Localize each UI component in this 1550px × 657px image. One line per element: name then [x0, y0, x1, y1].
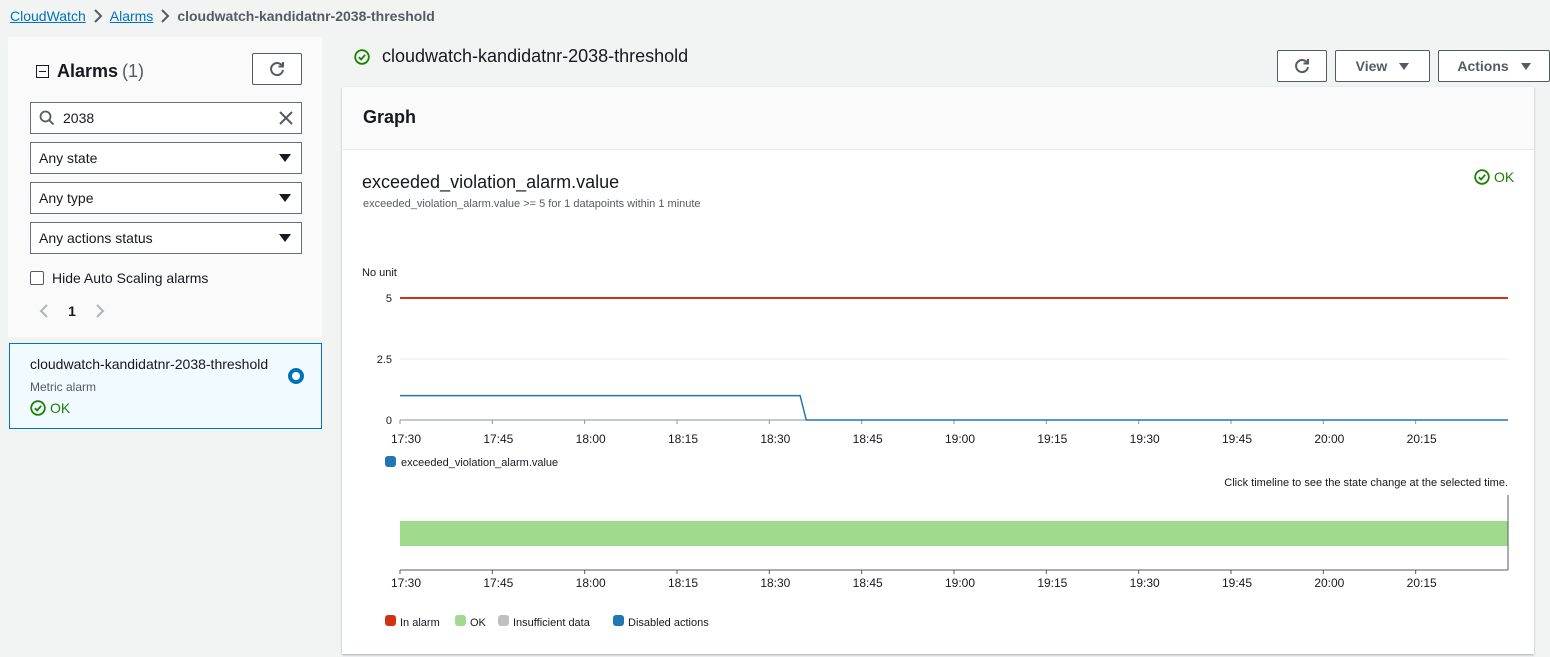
legend-swatch-series	[385, 456, 396, 467]
timeline-x-tick-label: 18:45	[853, 576, 883, 590]
chevron-right-icon	[86, 9, 110, 23]
chevron-right-icon	[96, 304, 105, 318]
x-tick-label: 18:15	[668, 432, 698, 446]
timeline-x-tick-label: 20:00	[1314, 576, 1344, 590]
timeline-state-band	[400, 521, 1508, 546]
alarms-count: (1)	[122, 61, 145, 81]
hide-autoscaling-checkbox[interactable]	[30, 271, 44, 285]
y-tick-label: 0	[386, 415, 392, 427]
close-icon[interactable]	[277, 109, 295, 127]
x-tick-label: 18:00	[576, 432, 606, 446]
actions-status-filter-value: Any actions status	[39, 230, 153, 246]
hide-autoscaling-label: Hide Auto Scaling alarms	[52, 270, 209, 286]
y-axis-label: No unit	[362, 267, 397, 279]
type-filter-select[interactable]: Any type	[30, 182, 302, 214]
graph-panel: Graph exceeded_violation_alarm.value exc…	[342, 87, 1534, 654]
legend-label-ok: OK	[470, 617, 487, 629]
timeline-x-tick-label: 20:15	[1407, 576, 1437, 590]
search-input[interactable]	[30, 102, 302, 134]
x-tick-label: 19:15	[1037, 432, 1067, 446]
hide-autoscaling-row: Hide Auto Scaling alarms	[30, 270, 208, 286]
timeline-x-tick-label: 18:15	[668, 576, 698, 590]
x-tick-label: 19:45	[1222, 432, 1252, 446]
breadcrumb-current: cloudwatch-kandidatnr-2038-threshold	[177, 8, 435, 24]
alarm-name: cloudwatch-kandidatnr-2038-threshold	[30, 356, 269, 372]
timeline-x-tick-label: 18:30	[760, 576, 790, 590]
legend-label-disabled-actions: Disabled actions	[628, 617, 709, 629]
breadcrumb-cloudwatch-link[interactable]: CloudWatch	[10, 8, 86, 24]
refresh-icon	[270, 62, 284, 77]
y-tick-label: 2.5	[377, 354, 392, 366]
legend-swatch-ok	[455, 615, 466, 626]
timeline-x-tick-label: 19:30	[1130, 576, 1160, 590]
x-tick-label: 20:00	[1314, 432, 1344, 446]
timeline-x-tick-label: 17:45	[483, 576, 513, 590]
type-filter-value: Any type	[39, 190, 94, 206]
page-number[interactable]: 1	[58, 303, 86, 319]
timeline-hint: Click timeline to see the state change a…	[1224, 477, 1508, 489]
alarms-title-text: Alarms	[57, 61, 119, 81]
timeline-x-tick-label: 18:00	[576, 576, 606, 590]
caret-down-icon	[1399, 62, 1410, 70]
state-filter-value: Any state	[39, 150, 98, 166]
caret-down-icon	[1520, 62, 1531, 70]
caret-down-icon	[279, 194, 291, 202]
x-tick-label: 18:45	[853, 432, 883, 446]
search-icon	[39, 110, 55, 126]
state-filter-select[interactable]: Any state	[30, 142, 302, 174]
alarm-list-item[interactable]: cloudwatch-kandidatnr-2038-threshold Met…	[9, 343, 322, 429]
alarm-select-radio[interactable]	[288, 368, 304, 384]
timeline-x-tick-label: 17:30	[391, 576, 421, 590]
legend-label-insufficient-data: Insufficient data	[513, 617, 591, 629]
prev-page-button[interactable]	[30, 304, 58, 318]
legend-label-series: exceeded_violation_alarm.value	[401, 457, 558, 469]
alarm-type: Metric alarm	[30, 380, 97, 394]
legend-label-in-alarm: In alarm	[400, 617, 440, 629]
refresh-alarms-button[interactable]	[252, 53, 302, 85]
x-tick-label: 19:00	[945, 432, 975, 446]
refresh-icon	[1295, 59, 1309, 74]
actions-status-filter-select[interactable]: Any actions status	[30, 222, 302, 254]
actions-button[interactable]: Actions	[1438, 50, 1550, 82]
caret-down-icon	[279, 154, 291, 162]
alarm-status: OK	[30, 400, 70, 416]
breadcrumb-alarms-link[interactable]: Alarms	[110, 8, 154, 24]
x-tick-label: 18:30	[760, 432, 790, 446]
refresh-button[interactable]	[1277, 50, 1327, 82]
series-line	[400, 394, 1508, 421]
sidebar-header: Alarms (1) Any state Any type Any action…	[8, 37, 322, 337]
chevron-right-icon	[153, 9, 177, 23]
caret-down-icon	[279, 234, 291, 242]
ok-check-icon	[30, 400, 46, 416]
next-page-button[interactable]	[86, 304, 114, 318]
legend-swatch-in-alarm	[385, 615, 396, 626]
legend-swatch-insufficient-data	[498, 615, 509, 626]
collapse-icon[interactable]	[36, 65, 49, 78]
search-field[interactable]	[63, 110, 263, 126]
x-tick-label: 17:45	[483, 432, 513, 446]
page-title-text: cloudwatch-kandidatnr-2038-threshold	[382, 46, 689, 66]
timeline-x-tick-label: 19:00	[945, 576, 975, 590]
metric-chart[interactable]: No unit 5 2.5 0 17:30 17:45 18:00 18:15 18:30 18:…	[342, 87, 1534, 654]
timeline-x-tick-label: 19:15	[1037, 576, 1067, 590]
breadcrumb: CloudWatch Alarms cloudwatch-kandidatnr-…	[10, 6, 435, 26]
alarms-sidebar: Alarms (1) Any state Any type Any action…	[8, 37, 322, 657]
chevron-left-icon	[39, 304, 48, 318]
ok-check-icon	[354, 48, 370, 65]
alarms-title: Alarms (1)	[36, 61, 144, 82]
x-tick-label: 17:30	[391, 432, 421, 446]
view-button-label: View	[1355, 58, 1388, 74]
y-tick-label: 5	[386, 293, 392, 305]
legend-swatch-disabled-actions	[613, 615, 624, 626]
x-tick-label: 19:30	[1130, 432, 1160, 446]
page-title: cloudwatch-kandidatnr-2038-threshold	[354, 46, 688, 67]
x-tick-label: 20:15	[1407, 432, 1437, 446]
view-button[interactable]: View	[1335, 50, 1430, 82]
timeline-x-tick-label: 19:45	[1222, 576, 1252, 590]
alarm-status-text: OK	[50, 400, 71, 416]
pagination: 1	[30, 303, 114, 319]
actions-button-label: Actions	[1457, 58, 1509, 74]
